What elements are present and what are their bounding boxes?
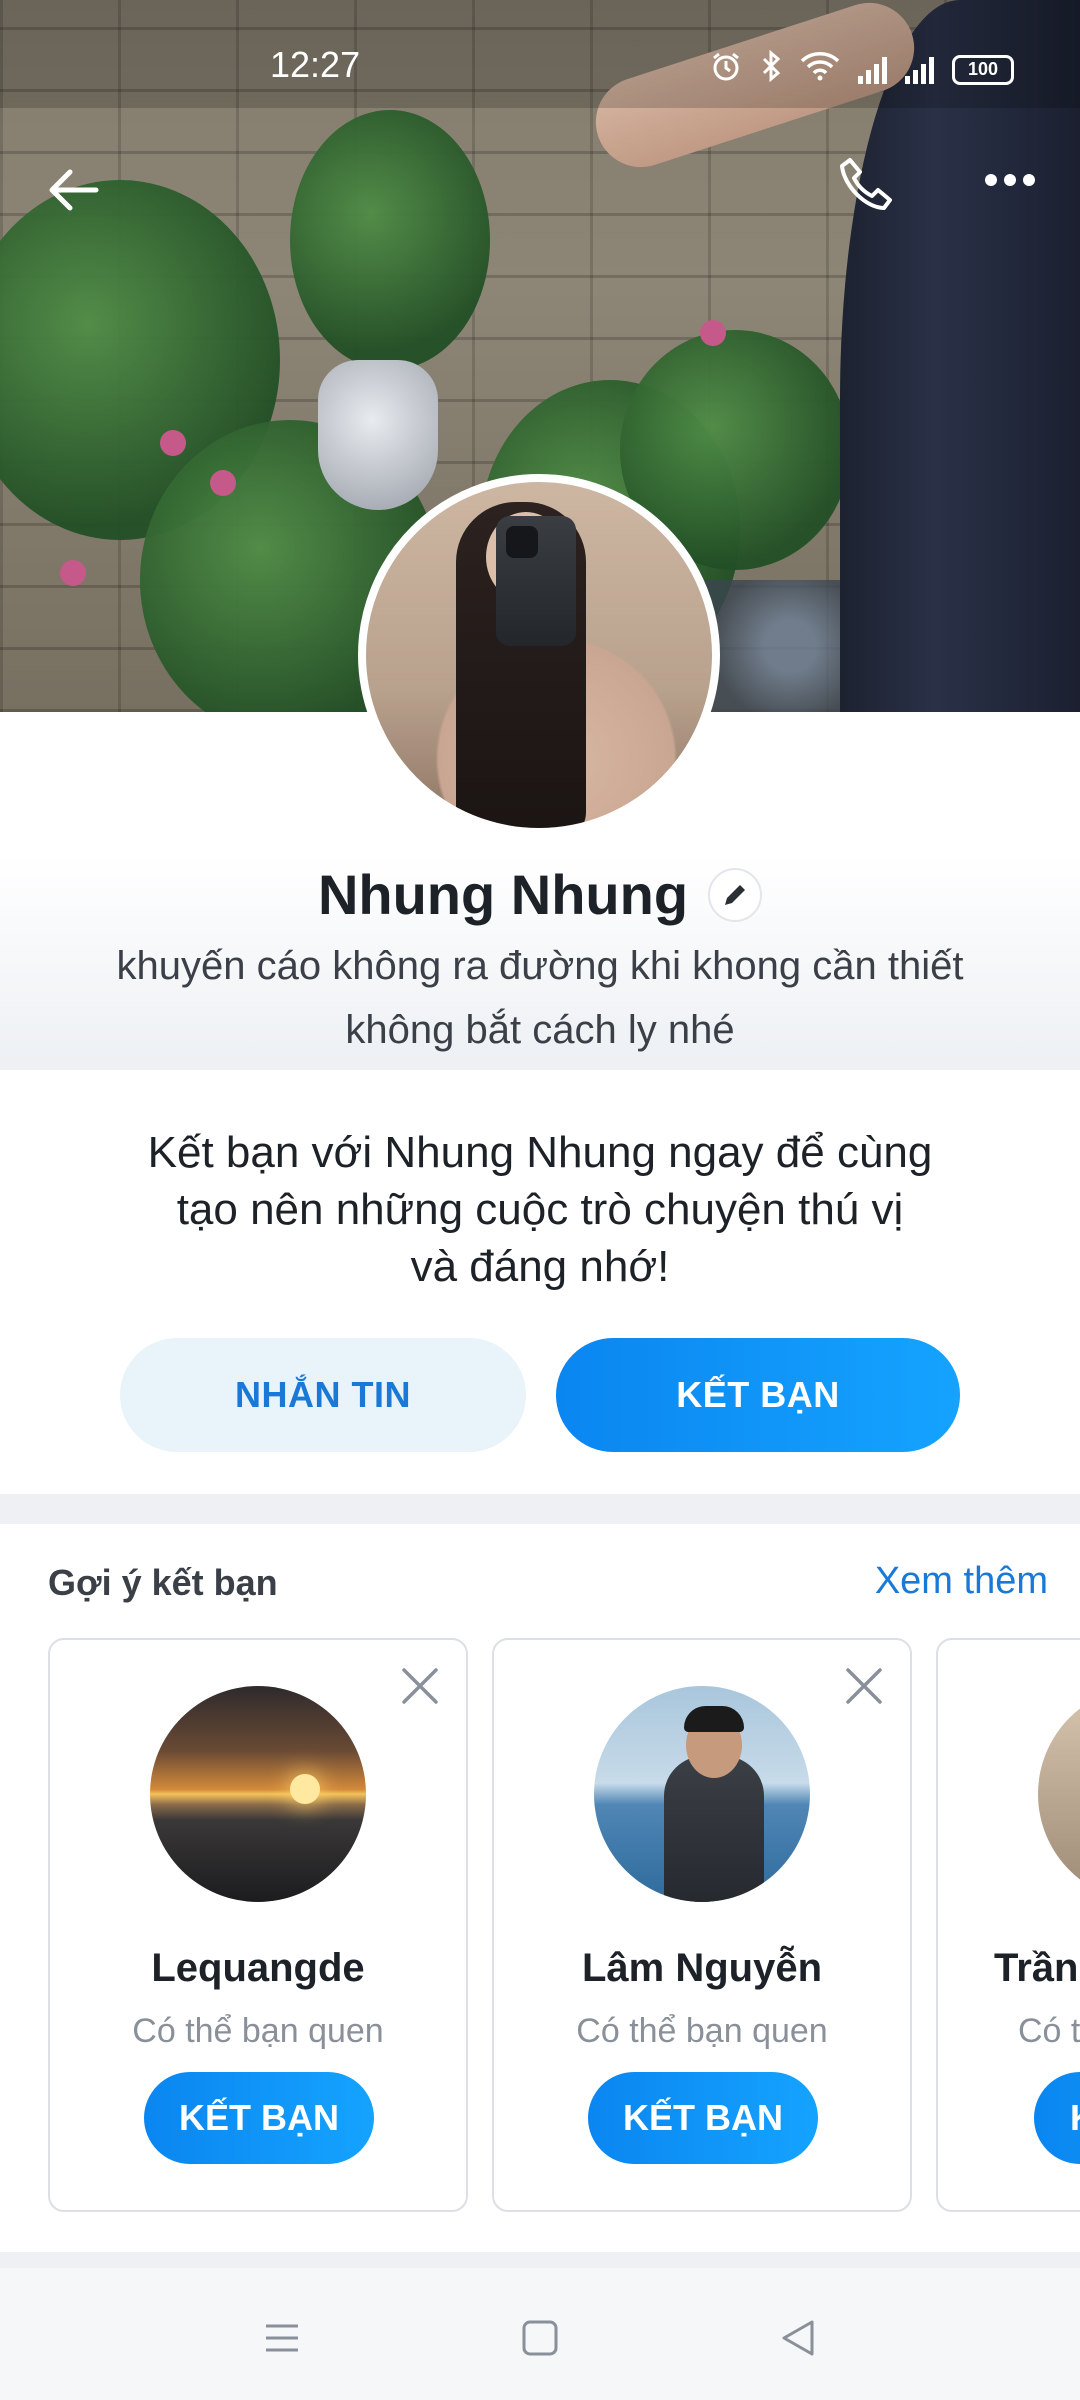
back-button[interactable] [34, 150, 114, 230]
more-dots-icon [985, 174, 1035, 186]
menu-nav-button[interactable] [252, 2308, 312, 2368]
add-friend-button[interactable]: KẾT BẠN [556, 1338, 960, 1452]
cover-pot [318, 360, 438, 510]
pencil-icon [725, 884, 746, 905]
suggestion-subtitle: Có thể bạn quen [132, 2012, 384, 2050]
status-bar: 12:27 100 [0, 0, 1080, 108]
status-time: 12:27 [270, 44, 361, 85]
bio-line: khuyến cáo không ra đường khi khong cần … [116, 944, 964, 988]
status-icons: 100 [710, 49, 1014, 89]
cover-plant [290, 110, 490, 370]
friend-suggestions: Gợi ý kết bạn Xem thêm Lequangde Có thể … [0, 1524, 1080, 2252]
phone-icon [840, 158, 892, 210]
call-button[interactable] [822, 140, 912, 230]
close-icon [402, 1668, 438, 1704]
dismiss-button[interactable] [842, 1664, 886, 1708]
alarm-icon [710, 50, 742, 89]
back-nav-button[interactable] [768, 2308, 828, 2368]
add-friend-button[interactable]: KẾT BẠN [144, 2072, 374, 2164]
suggestion-avatar[interactable] [1038, 1686, 1080, 1902]
suggestion-card[interactable]: Lâm Nguyễn Có thể bạn quen KẾT BẠN [492, 1638, 912, 2212]
profile-name: Nhung Nhung [317, 863, 689, 926]
system-nav-bar [0, 2268, 1080, 2400]
suggestion-name: Trần [994, 1946, 1079, 1990]
cta-text: Kết bạn với Nhung Nhung ngay để cùng tạo… [100, 1124, 980, 1295]
signal-icon [905, 56, 934, 84]
profile-avatar[interactable] [358, 474, 720, 836]
home-square-icon [522, 2320, 558, 2356]
avatar-phone-lens [506, 526, 538, 558]
name-row: Nhung Nhung [0, 862, 1080, 927]
bluetooth-icon [760, 49, 782, 89]
suggestion-avatar[interactable] [150, 1686, 366, 1902]
bio-line: không bắt cách ly nhé [345, 1008, 735, 1052]
message-button[interactable]: NHẮN TIN [120, 1338, 526, 1452]
suggestion-name: Lequangde [151, 1946, 365, 1990]
more-button[interactable] [970, 150, 1050, 210]
cover-flower [210, 470, 236, 496]
suggestion-subtitle: Có thể bạn quen [576, 2012, 828, 2050]
cta-line: tạo nên những cuộc trò chuyện thú vị [176, 1185, 904, 1234]
cover-flower [60, 560, 86, 586]
cover-flower [700, 320, 726, 346]
back-triangle-icon [782, 2320, 814, 2356]
suggestion-avatar[interactable] [594, 1686, 810, 1902]
suggestion-name: Lâm Nguyễn [581, 1946, 823, 1990]
arrow-left-icon [49, 169, 99, 211]
wifi-icon [800, 51, 840, 88]
menu-icon [266, 2324, 298, 2352]
suggestion-card[interactable]: Lequangde Có thể bạn quen KẾT BẠN [48, 1638, 468, 2212]
edit-name-button[interactable] [708, 867, 763, 922]
suggestion-card[interactable]: Trần Có t K [936, 1638, 1080, 2212]
add-friend-prompt: Kết bạn với Nhung Nhung ngay để cùng tạo… [0, 1070, 1080, 1494]
profile-bio: khuyến cáo không ra đường khi khong cần … [0, 934, 1080, 1062]
cta-line: Kết bạn với Nhung Nhung ngay để cùng [147, 1128, 933, 1177]
suggestion-subtitle: Có t [1018, 2012, 1080, 2050]
dismiss-button[interactable] [398, 1664, 442, 1708]
cta-line: và đáng nhớ! [410, 1242, 670, 1291]
battery-icon: 100 [952, 54, 1014, 85]
close-icon [846, 1668, 882, 1704]
cover-flower [160, 430, 186, 456]
suggestions-title: Gợi ý kết bạn [48, 1562, 278, 1603]
add-friend-button[interactable]: K [1034, 2072, 1080, 2164]
avatar-hair [684, 1706, 744, 1732]
add-friend-button[interactable]: KẾT BẠN [588, 2072, 818, 2164]
see-more-link[interactable]: Xem thêm [875, 1560, 1048, 1603]
home-nav-button[interactable] [510, 2308, 570, 2368]
signal-icon [858, 56, 887, 84]
